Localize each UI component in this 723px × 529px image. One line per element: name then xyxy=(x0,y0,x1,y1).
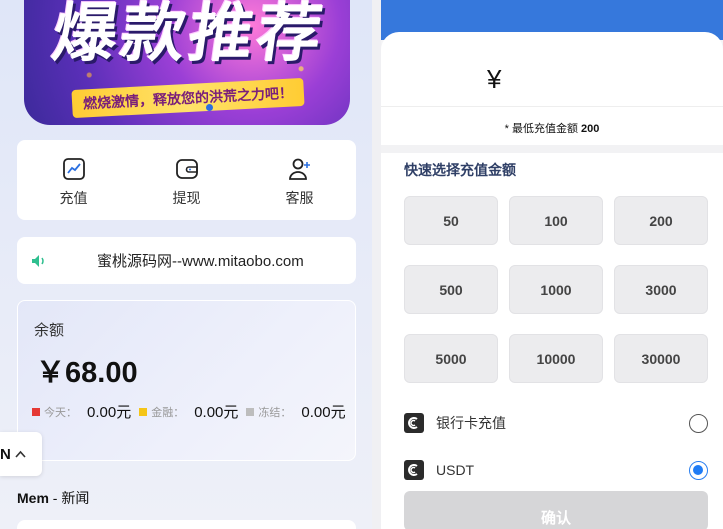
withdraw-action-label: 提现 xyxy=(172,190,201,206)
amount-option-200[interactable]: 200 xyxy=(614,196,708,245)
stat-today: 今天： 0.00元 xyxy=(32,401,131,422)
min-recharge-amount: 200 xyxy=(581,123,600,135)
wallet-icon xyxy=(175,159,198,179)
add-user-icon xyxy=(288,158,310,180)
amount-option-10000[interactable]: 10000 xyxy=(509,334,603,383)
language-code: N xyxy=(0,445,11,463)
stat-today-marker xyxy=(32,407,40,416)
news-label: 新闻 xyxy=(61,490,90,506)
amount-option-5000[interactable]: 5000 xyxy=(404,334,498,383)
amount-grid: 50 100 200 500 1000 3000 5000 10000 3000… xyxy=(404,196,708,383)
payment-method-bank-radio[interactable] xyxy=(689,413,708,433)
banner-title: 爆款推荐 xyxy=(47,0,331,71)
amount-option-500[interactable]: 500 xyxy=(404,265,498,314)
recharge-action[interactable]: 充值 xyxy=(17,140,130,220)
stat-finance-value: 0.00元 xyxy=(194,404,239,421)
stat-frozen-label: 冻结： xyxy=(258,406,292,419)
section-separator xyxy=(381,145,723,153)
support-action-label: 客服 xyxy=(285,190,314,206)
amount-option-1000[interactable]: 1000 xyxy=(509,265,603,314)
news-brand: Mem xyxy=(17,490,49,506)
language-switcher[interactable]: N xyxy=(0,432,42,476)
chart-line-icon xyxy=(62,158,85,180)
promo-banner[interactable]: 爆款推荐 燃烧激情，释放您的洪荒之力吧！ xyxy=(24,0,350,125)
amount-input-underline xyxy=(381,106,723,107)
recharge-sheet: ¥ * 最低充值金额 200 快速选择充值金额 50 100 200 500 1… xyxy=(381,32,723,529)
stat-finance: 金融： 0.00元 xyxy=(139,401,238,422)
payment-logo-icon xyxy=(404,413,424,433)
quick-actions: 充值 提现 客服 xyxy=(17,140,356,220)
payment-method-usdt-radio[interactable] xyxy=(689,460,708,480)
stat-frozen-value: 0.00元 xyxy=(301,404,346,421)
recharge-action-label: 充值 xyxy=(59,190,88,206)
payment-method-usdt[interactable]: USDT xyxy=(404,455,708,485)
stat-finance-label: 金融： xyxy=(151,406,185,419)
amount-option-50[interactable]: 50 xyxy=(404,196,498,245)
news-section-title: Mem - 新闻 xyxy=(17,488,89,508)
stat-finance-marker xyxy=(139,407,148,416)
news-card[interactable] xyxy=(17,520,356,529)
payment-method-bank[interactable]: 银行卡充值 xyxy=(404,408,708,438)
min-recharge-prefix: * 最低充值金额 xyxy=(504,123,582,135)
home-panel: 爆款推荐 燃烧激情，释放您的洪荒之力吧！ 充值 提现 客服 蜜桃源码网--www… xyxy=(0,0,372,529)
stat-today-value: 0.00元 xyxy=(87,404,132,421)
notice-text: 蜜桃源码网--www.mitaobo.com xyxy=(97,253,304,270)
stat-frozen-marker xyxy=(246,407,255,416)
amount-option-3000[interactable]: 3000 xyxy=(614,265,708,314)
amount-option-100[interactable]: 100 xyxy=(509,196,603,245)
balance-card: 余额 ￥68.00 今天： 0.00元 金融： 0.00元 冻结： 0.00元 xyxy=(17,300,356,461)
stat-today-label: 今天： xyxy=(44,406,77,419)
confirm-button[interactable]: 确认 xyxy=(404,491,708,529)
chevron-up-icon xyxy=(15,447,26,461)
quick-select-title: 快速选择充值金额 xyxy=(404,162,516,178)
news-separator: - xyxy=(48,490,62,506)
recharge-panel: ¥ * 最低充值金额 200 快速选择充值金额 50 100 200 500 1… xyxy=(381,0,723,529)
balance-label: 余额 xyxy=(34,322,65,339)
stat-frozen: 冻结： 0.00元 xyxy=(246,401,346,422)
balance-amount: ￥68.00 xyxy=(36,357,138,389)
amount-option-30000[interactable]: 30000 xyxy=(614,334,708,383)
notice-bar[interactable]: 蜜桃源码网--www.mitaobo.com xyxy=(17,237,356,284)
min-recharge-note: * 最低充值金额 200 xyxy=(381,120,723,136)
speaker-icon xyxy=(32,254,44,267)
payment-logo-icon xyxy=(404,460,424,480)
balance-stats: 今天： 0.00元 金融： 0.00元 冻结： 0.00元 xyxy=(32,401,354,422)
payment-method-usdt-label: USDT xyxy=(436,462,475,478)
carousel-indicator[interactable] xyxy=(206,104,213,111)
support-action[interactable]: 客服 xyxy=(243,140,356,220)
withdraw-action[interactable]: 提现 xyxy=(130,140,243,220)
payment-method-bank-label: 银行卡充值 xyxy=(436,415,506,431)
currency-symbol: ¥ xyxy=(487,64,502,94)
panel-divider xyxy=(372,0,381,529)
